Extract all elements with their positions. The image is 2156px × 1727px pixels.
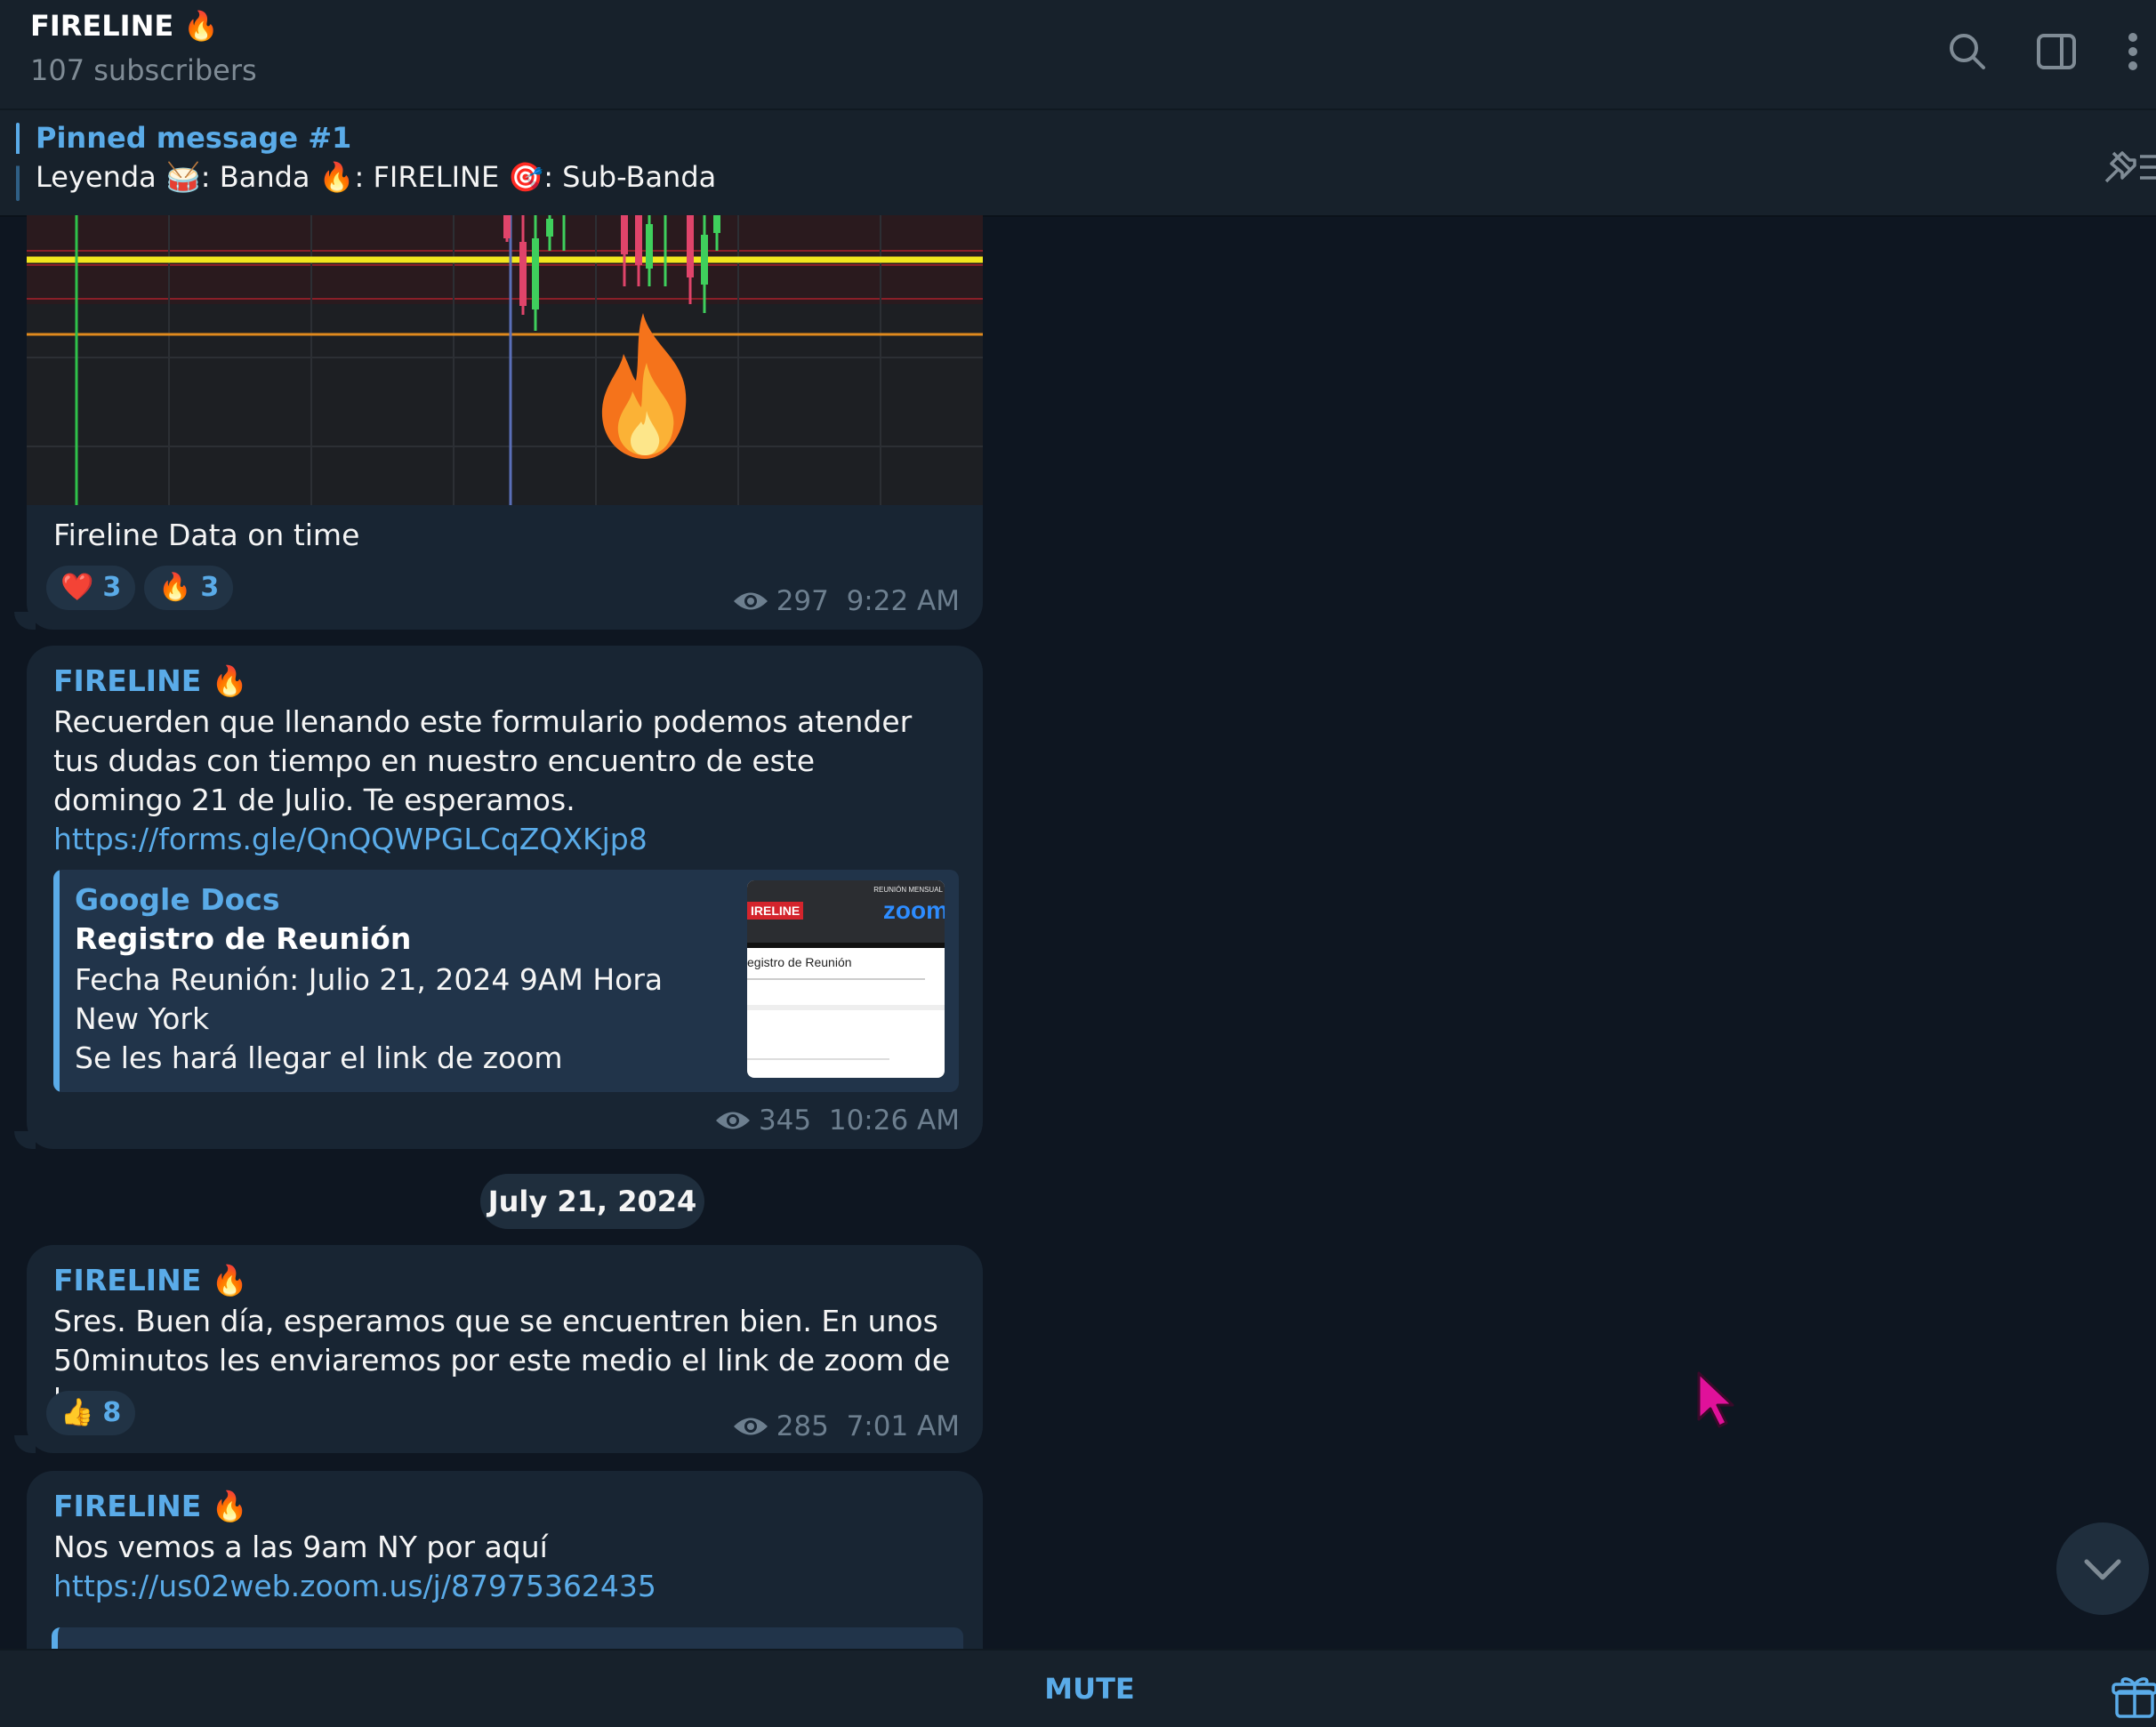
more-vertical-icon[interactable] [2108,27,2144,76]
message-time: 9:22 AM [846,585,960,617]
candlestick-chart-graphic [27,215,983,505]
preview-accent-bar [53,870,60,1092]
reaction-emoji: 🔥 [158,572,192,603]
thumb-line [747,1058,889,1060]
sidebar-toggle-icon[interactable] [2031,27,2081,76]
mouse-cursor-icon [1697,1371,1734,1428]
view-count: 345 [758,1104,812,1137]
pinned-indicator [16,123,20,201]
thumb-brand: IRELINE [747,902,804,920]
thumb-line [747,1005,945,1010]
thumb-heading: egistro de Reunión [747,955,852,969]
message-meta: 345 10:26 AM [714,1104,960,1137]
date-separator: July 21, 2024 [480,1174,704,1229]
pinned-text: Leyenda 🥁: Banda 🔥: FIRELINE 🎯: Sub-Band… [36,160,717,194]
view-count: 297 [776,585,829,617]
message-text: Recuerden que llenando este formulario p… [53,704,913,817]
preview-site-name: Google Docs [75,882,280,917]
message-meta: 297 9:22 AM [732,585,960,617]
chart-image[interactable] [27,215,983,505]
gift-icon[interactable] [2112,1674,2156,1718]
reaction-count: 3 [102,572,122,603]
thumb-line [747,978,925,980]
thumb-divider [747,943,945,948]
preview-thumbnail[interactable]: IRELINE REUNIÓN MENSUAL zoom egistro de … [747,880,945,1078]
search-icon[interactable] [1943,27,1992,76]
message-meta: 285 7:01 AM [732,1410,960,1442]
reaction-count: 8 [102,1397,122,1428]
chevron-down-icon [2084,1559,2121,1580]
bubble-tail [14,612,36,630]
reaction-count: 3 [200,572,220,603]
thumb-banner-text: REUNIÓN MENSUAL [873,886,943,894]
channel-bottom-bar: MUTE [0,1649,2156,1727]
message-link[interactable]: https://forms.gle/QnQQWPGLCqZQXKjp8 [53,820,952,859]
subscriber-count: 107 subscribers [30,53,257,87]
message-caption: Fireline Data on time [53,518,360,552]
message-time: 7:01 AM [846,1410,960,1442]
reaction-thumbs-up[interactable]: 👍 8 [46,1391,136,1435]
sender-name[interactable]: FIRELINE 🔥 [53,1489,248,1524]
reaction-emoji: 👍 [60,1397,94,1428]
sender-name[interactable]: FIRELINE 🔥 [53,663,248,699]
thumb-zoom: zoom [882,896,945,924]
reaction-heart[interactable]: ❤️ 3 [46,566,136,610]
message-bubble[interactable]: FIRELINE 🔥 Sres. Buen día, esperamos que… [14,1245,983,1453]
bubble-tail [14,1131,36,1149]
views-eye-icon [733,592,768,610]
pinned-list-icon[interactable] [2099,142,2156,190]
views-eye-icon [733,1418,768,1435]
scroll-to-bottom-button[interactable] [2056,1522,2149,1615]
mute-button[interactable]: MUTE [1023,1651,1156,1727]
view-count: 285 [776,1410,829,1442]
bubble-tail [14,1435,36,1453]
preview-desc-line: Se les hará llegar el link de zoom [75,1040,563,1075]
pinned-message-bar[interactable]: Pinned message #1 Leyenda 🥁: Banda 🔥: FI… [0,110,2156,217]
reaction-emoji: ❤️ [60,572,94,603]
thumb-banner: IRELINE REUNIÓN MENSUAL zoom [747,880,945,943]
preview-title: Registro de Reunión [75,921,412,956]
preview-description: Fecha Reunión: Julio 21, 2024 9AM Hora N… [75,960,715,1078]
reaction-fire[interactable]: 🔥 3 [144,566,234,610]
chat-header[interactable]: FIRELINE 🔥 107 subscribers [0,0,2156,110]
pinned-title: Pinned message #1 [36,121,352,155]
preview-desc-line: Fecha Reunión: Julio 21, 2024 9AM Hora N… [75,962,664,1036]
message-time: 10:26 AM [828,1104,960,1137]
sender-name[interactable]: FIRELINE 🔥 [53,1263,248,1298]
message-link[interactable]: https://us02web.zoom.us/j/87975362435 [53,1567,952,1606]
link-preview-card[interactable]: Google Docs Registro de Reunión Fecha Re… [53,870,959,1092]
channel-title[interactable]: FIRELINE 🔥 [30,9,219,43]
message-text: Sres. Buen día, esperamos que se encuent… [53,1304,951,1417]
message-text: Nos vemos a las 9am NY por aquí [53,1530,548,1564]
views-eye-icon [715,1112,750,1129]
